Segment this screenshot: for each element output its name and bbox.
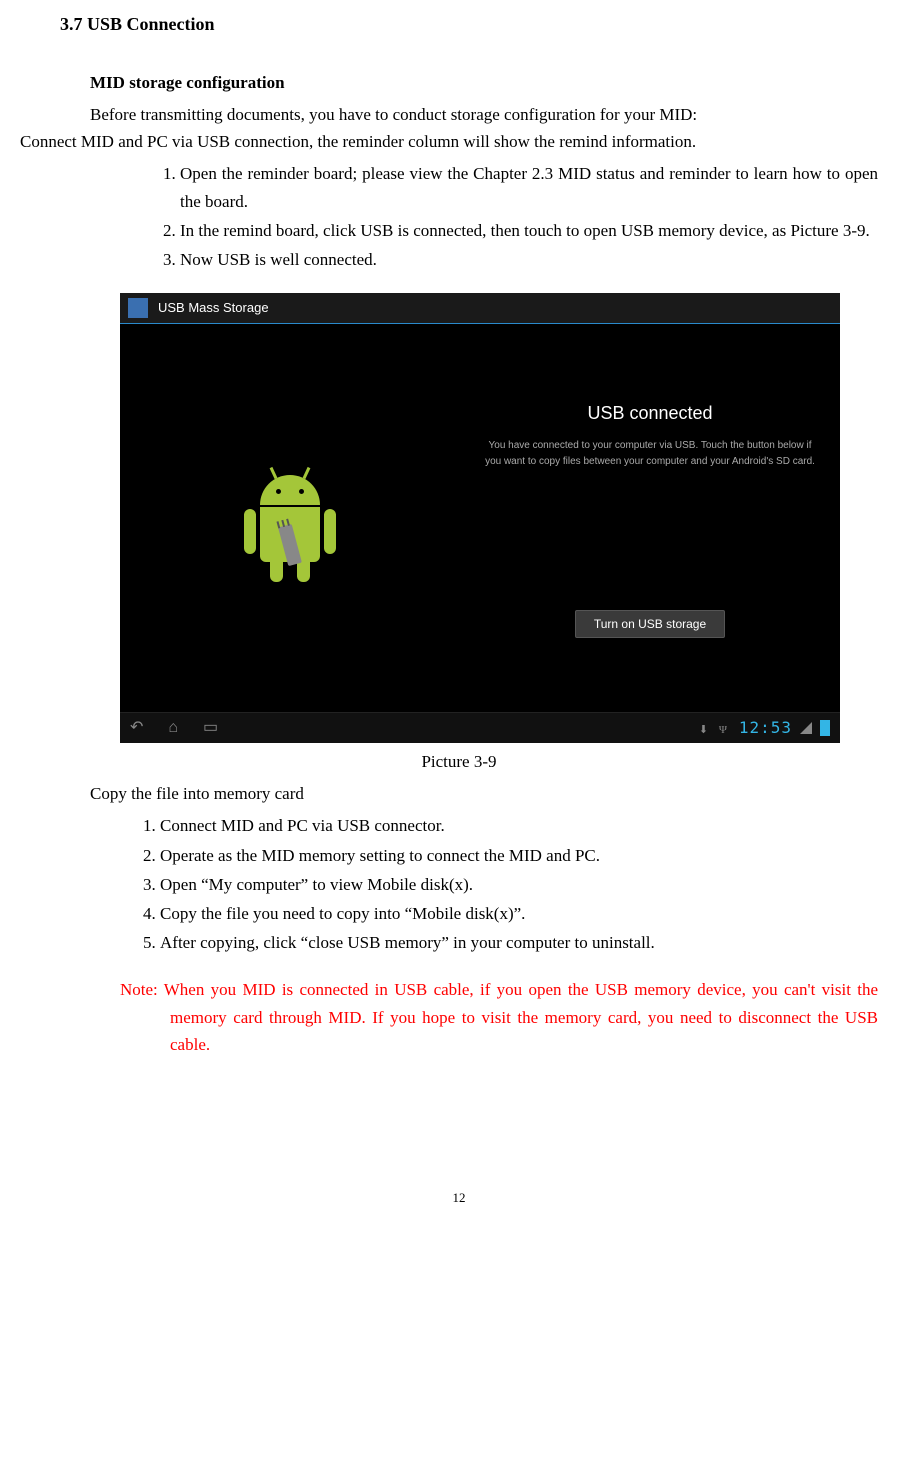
figure-caption: Picture 3-9 (20, 748, 898, 775)
list-item: Open “My computer” to view Mobile disk(x… (160, 871, 898, 898)
turn-on-usb-storage-button[interactable]: Turn on USB storage (575, 610, 725, 638)
window-title: USB Mass Storage (158, 298, 269, 319)
usb-status-icon: Ψ (719, 722, 731, 734)
window-title-bar: USB Mass Storage (120, 293, 840, 324)
system-nav-bar: ↶ ⌂ ▭ ⬇ Ψ 12:53 (120, 712, 840, 743)
usb-app-icon (128, 298, 148, 318)
subheading-storage-config: MID storage configuration (90, 69, 898, 96)
intro-paragraph-1: Before transmitting documents, you have … (20, 101, 898, 128)
list-item: In the remind board, click USB is connec… (180, 217, 898, 244)
list-item: Now USB is well connected. (180, 246, 898, 273)
main-steps-list: Open the reminder board; please view the… (140, 160, 898, 273)
list-item: After copying, click “close USB memory” … (160, 929, 898, 956)
android-illustration-panel (120, 323, 460, 713)
usb-info-panel: USB connected You have connected to your… (460, 323, 840, 713)
list-item: Copy the file you need to copy into “Mob… (160, 900, 898, 927)
home-icon[interactable]: ⌂ (168, 715, 178, 741)
list-item: Open the reminder board; please view the… (180, 160, 898, 214)
page-number: 12 (20, 1188, 898, 1209)
download-icon: ⬇ (699, 722, 711, 734)
copy-heading: Copy the file into memory card (90, 780, 898, 807)
list-item: Connect MID and PC via USB connector. (160, 812, 898, 839)
signal-icon (800, 722, 812, 734)
battery-icon (820, 720, 830, 736)
clock: 12:53 (739, 715, 792, 741)
list-item: Operate as the MID memory setting to con… (160, 842, 898, 869)
usb-description: You have connected to your computer via … (480, 438, 820, 470)
note-text: Note: When you MID is connected in USB c… (120, 976, 878, 1058)
copy-steps-list: Connect MID and PC via USB connector. Op… (120, 812, 898, 956)
section-heading: 3.7 USB Connection (60, 10, 898, 39)
android-usb-icon (240, 475, 340, 562)
recent-apps-icon[interactable]: ▭ (203, 715, 218, 741)
back-icon[interactable]: ↶ (130, 715, 143, 741)
intro-paragraph-2: Connect MID and PC via USB connection, t… (20, 128, 898, 155)
figure-screenshot: USB Mass Storage USB co (120, 293, 840, 743)
usb-connected-heading: USB connected (587, 399, 712, 428)
